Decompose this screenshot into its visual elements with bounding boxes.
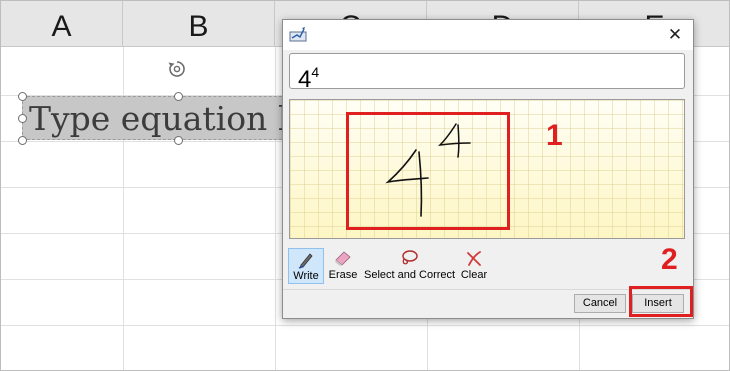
resize-handle-top[interactable] <box>174 92 183 101</box>
insert-highlight-box <box>629 286 693 317</box>
column-header-a[interactable]: A <box>1 1 123 47</box>
select-and-correct-tool-label: Select and Correct <box>364 269 456 281</box>
resize-handle-left[interactable] <box>18 114 27 123</box>
handwriting-highlight-box <box>346 112 510 230</box>
clear-tool-label: Clear <box>460 269 488 281</box>
preview-exponent: 4 <box>311 64 320 80</box>
eraser-icon <box>335 251 351 266</box>
grid-row-line <box>1 325 729 326</box>
math-input-app-icon <box>289 27 307 42</box>
resize-handle-bottom[interactable] <box>174 136 183 145</box>
write-tool-button[interactable]: Write <box>288 248 324 284</box>
equation-selection-border <box>22 96 312 140</box>
resize-handle-bottom-left[interactable] <box>18 136 27 145</box>
cancel-button[interactable]: Cancel <box>574 294 626 313</box>
math-preview-field: 44 <box>289 53 685 93</box>
dialog-titlebar[interactable]: ✕ <box>283 20 693 50</box>
step-marker-2: 2 <box>661 243 678 276</box>
select-and-correct-tool-button[interactable]: Select and Correct <box>364 248 456 284</box>
step-marker-1: 1 <box>546 119 563 152</box>
preview-base: 4 <box>298 66 312 93</box>
write-tool-label: Write <box>293 270 319 282</box>
pen-icon <box>298 253 313 269</box>
close-icon[interactable]: ✕ <box>663 24 687 46</box>
rotate-handle-icon[interactable] <box>167 59 187 79</box>
erase-tool-label: Erase <box>328 269 358 281</box>
clear-tool-button[interactable]: Clear <box>459 248 489 284</box>
column-header-b[interactable]: B <box>123 1 275 47</box>
clear-icon <box>467 251 481 266</box>
erase-tool-button[interactable]: Erase <box>327 248 359 284</box>
preview-expression: 44 <box>298 56 319 96</box>
screenshot-frame: A B C D E Type equation here. ✕ <box>0 0 730 371</box>
lasso-icon <box>402 250 418 265</box>
resize-handle-top-left[interactable] <box>18 92 27 101</box>
